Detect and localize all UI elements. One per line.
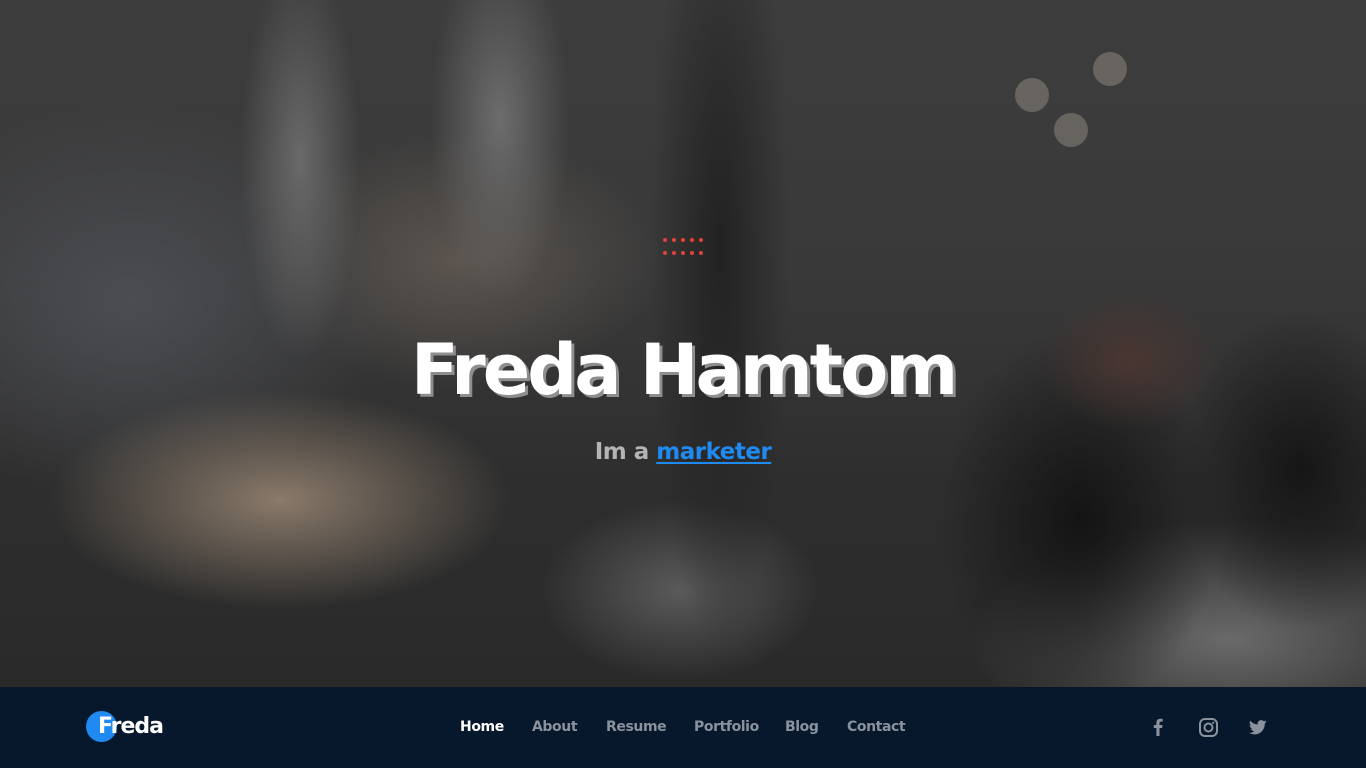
hero-role-link[interactable]: marketer: [656, 439, 772, 465]
facebook-icon[interactable]: [1147, 716, 1169, 738]
nav-item-about[interactable]: About: [532, 716, 578, 738]
nav-item-blog[interactable]: Blog: [785, 716, 819, 738]
background-light: [1015, 78, 1049, 112]
dots-ornament-icon: [663, 238, 705, 258]
nav-item-resume[interactable]: Resume: [606, 716, 667, 738]
hero-name: Freda Hamtom: [410, 329, 958, 411]
hero-section: Freda Hamtom Im a marketer: [0, 0, 1366, 687]
nav-item-home[interactable]: Home: [460, 716, 504, 738]
twitter-icon[interactable]: [1247, 716, 1269, 738]
background-light: [1093, 52, 1127, 86]
nav-item-contact[interactable]: Contact: [847, 716, 906, 738]
background-light: [1054, 113, 1088, 147]
hero-subtitle-prefix: Im a: [594, 439, 650, 465]
logo-text: Freda: [98, 714, 164, 739]
hero-subtitle: Im a marketer: [0, 436, 1366, 468]
nav-item-portfolio[interactable]: Portfolio: [694, 716, 759, 738]
instagram-icon[interactable]: [1197, 716, 1219, 738]
logo[interactable]: Freda: [86, 711, 186, 742]
